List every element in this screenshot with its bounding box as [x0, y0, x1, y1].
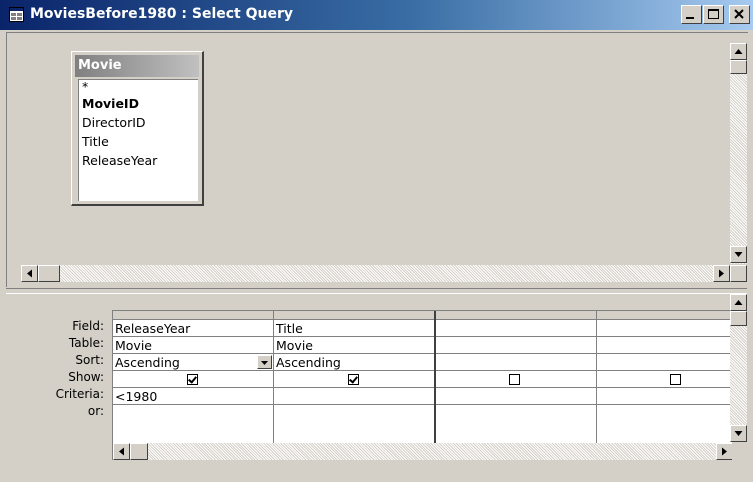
criteria-cell[interactable]	[597, 388, 732, 405]
row-label-show: Show:	[68, 370, 104, 384]
down-arrow-icon	[734, 431, 743, 436]
show-cell[interactable]	[436, 371, 596, 388]
or-cell[interactable]	[274, 405, 434, 422]
field-item-title[interactable]: Title	[79, 132, 198, 151]
scroll-left-button[interactable]	[113, 443, 130, 460]
scroll-thumb[interactable]	[730, 60, 747, 74]
field-cell[interactable]	[436, 320, 596, 337]
show-checkbox[interactable]	[348, 374, 359, 385]
down-arrow-icon	[734, 252, 743, 257]
close-button[interactable]	[729, 5, 750, 24]
criteria-cell[interactable]	[436, 388, 596, 405]
criteria-cell[interactable]	[274, 388, 434, 405]
row-label-table: Table:	[68, 336, 104, 350]
field-cell[interactable]: ReleaseYear	[113, 320, 273, 337]
show-cell[interactable]	[597, 371, 732, 388]
query-design-grid[interactable]: ReleaseYear Movie Ascending <1980 Title	[112, 310, 732, 460]
sort-value: Ascending	[115, 355, 180, 370]
maximize-button[interactable]	[703, 5, 724, 24]
upper-vertical-scrollbar[interactable]	[730, 43, 747, 264]
scroll-right-button[interactable]	[713, 265, 730, 282]
left-arrow-icon	[27, 269, 32, 278]
movie-field-list[interactable]: Movie * MovieID DirectorID Title Release…	[71, 51, 204, 206]
field-list-items[interactable]: * MovieID DirectorID Title ReleaseYear	[78, 79, 198, 201]
left-arrow-icon	[119, 447, 124, 456]
upper-horizontal-scrollbar[interactable]	[21, 265, 730, 282]
row-label-field: Field:	[72, 319, 104, 333]
up-arrow-icon	[734, 300, 743, 305]
field-item-all[interactable]: *	[79, 80, 198, 94]
field-item-directorid[interactable]: DirectorID	[79, 113, 198, 132]
or-cell[interactable]	[597, 405, 732, 422]
field-item-movieid[interactable]: MovieID	[79, 94, 198, 113]
scroll-down-button[interactable]	[730, 425, 747, 442]
right-arrow-icon	[722, 447, 727, 456]
sort-cell[interactable]: Ascending	[274, 354, 434, 371]
query-design-window: MoviesBefore1980 : Select Query Movie * …	[0, 0, 753, 482]
chevron-down-icon	[261, 361, 268, 365]
maximize-icon	[708, 9, 719, 19]
grid-horizontal-scrollbar[interactable]	[113, 443, 732, 460]
grid-vertical-scrollbar[interactable]	[730, 294, 747, 442]
scroll-up-button[interactable]	[730, 294, 747, 311]
sort-dropdown-button[interactable]	[257, 355, 272, 369]
scroll-thumb[interactable]	[38, 265, 60, 282]
title-bar[interactable]: MoviesBefore1980 : Select Query	[0, 0, 753, 30]
size-grip	[730, 265, 747, 282]
field-list-title[interactable]: Movie	[75, 55, 199, 77]
table-cell[interactable]	[597, 337, 732, 354]
sort-cell[interactable]	[436, 354, 596, 371]
table-cell[interactable]: Movie	[274, 337, 434, 354]
show-cell[interactable]	[274, 371, 434, 388]
query-icon	[9, 7, 24, 22]
table-cell[interactable]: Movie	[113, 337, 273, 354]
field-cell[interactable]	[597, 320, 732, 337]
grid-column-4[interactable]	[597, 311, 732, 443]
table-pane[interactable]: Movie * MovieID DirectorID Title Release…	[6, 32, 748, 287]
show-cell[interactable]	[113, 371, 273, 388]
table-cell[interactable]	[436, 337, 596, 354]
field-cell[interactable]: Title	[274, 320, 434, 337]
window-title: MoviesBefore1980 : Select Query	[30, 6, 294, 22]
sort-cell[interactable]	[597, 354, 732, 371]
close-icon	[734, 9, 744, 19]
right-arrow-icon	[719, 269, 724, 278]
design-grid-pane: Field: Table: Sort: Show: Criteria: or: …	[6, 294, 747, 477]
grid-column-2[interactable]: Title Movie Ascending	[274, 311, 434, 443]
show-checkbox[interactable]	[670, 374, 681, 385]
row-label-criteria: Criteria:	[55, 387, 104, 401]
minimize-icon	[686, 17, 694, 19]
show-checkbox[interactable]	[187, 374, 198, 385]
or-cell[interactable]	[113, 405, 273, 422]
row-label-sort: Sort:	[75, 353, 104, 367]
minimize-button[interactable]	[681, 5, 702, 24]
grid-column-3[interactable]	[436, 311, 596, 443]
scroll-left-button[interactable]	[21, 265, 38, 282]
pane-splitter[interactable]	[6, 288, 747, 294]
scroll-thumb[interactable]	[130, 443, 148, 460]
criteria-cell[interactable]: <1980	[113, 388, 273, 405]
scroll-right-button[interactable]	[716, 443, 732, 460]
scroll-down-button[interactable]	[730, 246, 747, 263]
sort-cell[interactable]: Ascending	[113, 354, 273, 371]
field-item-releaseyear[interactable]: ReleaseYear	[79, 151, 198, 170]
grid-column-1[interactable]: ReleaseYear Movie Ascending <1980	[113, 311, 273, 443]
up-arrow-icon	[734, 49, 743, 54]
scroll-thumb[interactable]	[730, 311, 747, 326]
show-checkbox[interactable]	[509, 374, 520, 385]
or-cell[interactable]	[436, 405, 596, 422]
row-label-or: or:	[87, 404, 104, 418]
scroll-up-button[interactable]	[730, 43, 747, 60]
